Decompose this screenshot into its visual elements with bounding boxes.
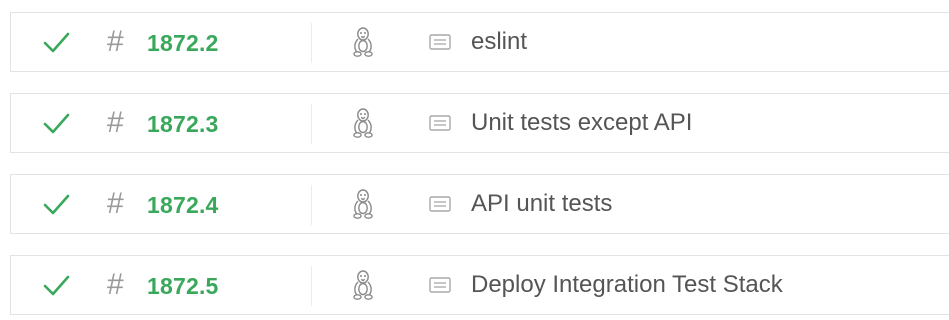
hash-icon: # — [107, 106, 124, 139]
hash-icon: # — [107, 25, 124, 58]
job-number[interactable]: 1872.3 — [147, 111, 219, 137]
job-row[interactable]: # 1872.3 Unit tests except API — [10, 93, 949, 153]
linux-tux-icon — [353, 189, 373, 219]
hash-icon: # — [107, 268, 124, 301]
job-number[interactable]: 1872.4 — [147, 192, 219, 218]
job-row[interactable]: # 1872.4 API unit tests — [10, 174, 949, 234]
column-divider — [311, 185, 312, 225]
column-divider — [311, 266, 312, 306]
job-config-icon — [429, 34, 451, 50]
job-name: Unit tests except API — [471, 109, 693, 136]
linux-tux-icon — [353, 27, 373, 57]
column-divider — [311, 23, 312, 63]
check-icon — [43, 194, 70, 215]
linux-tux-icon — [353, 108, 373, 138]
job-number[interactable]: 1872.2 — [147, 30, 219, 56]
check-icon — [43, 113, 70, 134]
column-divider — [311, 104, 312, 144]
check-icon — [43, 32, 70, 53]
job-name: Deploy Integration Test Stack — [471, 271, 783, 298]
job-number[interactable]: 1872.5 — [147, 273, 219, 299]
job-row[interactable]: # 1872.5 Deploy Integration Test Stack — [10, 255, 949, 315]
job-config-icon — [429, 277, 451, 293]
job-config-icon — [429, 115, 451, 131]
job-name: API unit tests — [471, 190, 613, 217]
build-jobs-list: # 1872.2 eslint # 1872.3 Unit tests exce… — [0, 0, 949, 320]
linux-tux-icon — [353, 270, 373, 300]
job-config-icon — [429, 196, 451, 212]
job-name: eslint — [471, 28, 528, 55]
job-row[interactable]: # 1872.2 eslint — [10, 12, 949, 72]
check-icon — [43, 275, 70, 296]
hash-icon: # — [107, 187, 124, 220]
